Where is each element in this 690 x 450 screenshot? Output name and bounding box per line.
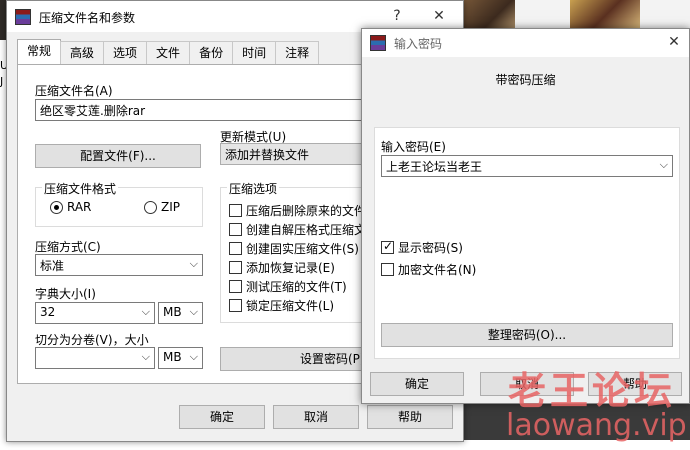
tab-time[interactable]: 时间 [232,41,277,65]
winrar-icon [370,35,386,51]
option-label: 测试压缩的文件(T) [246,280,347,294]
options-group-title: 压缩选项 [227,180,280,197]
checkbox-icon [229,223,242,236]
cancel-button[interactable]: 取消 [273,405,359,429]
option-label: 添加恢复记录(E) [246,261,335,275]
close-button[interactable]: ✕ [427,6,451,26]
method-label: 压缩方式(C) [35,240,101,254]
window-title: 压缩文件名和参数 [39,11,136,25]
radio-unselected-icon [144,200,157,214]
show-password-label: 显示密码(S) [398,241,463,255]
option-label: 压缩后删除原来的文件 [246,204,367,218]
method-select[interactable]: 标准 ⌵ [35,254,203,276]
checkbox-icon [381,263,394,276]
password-panel: 输入密码(E) 上老王论坛当老王 ⌵ 显示密码(S) 加密文件名(N) 整理密码… [374,127,680,359]
tab-options[interactable]: 选项 [103,41,148,65]
ok-button[interactable]: 确定 [370,372,464,396]
chevron-down-icon: ⌵ [189,350,198,363]
option-sfx[interactable]: 创建自解压格式压缩文 [229,221,366,238]
password-dialog-title: 输入密码 [394,37,443,51]
encrypt-filenames-checkbox[interactable]: 加密文件名(N) [381,261,476,278]
option-lock[interactable]: 锁定压缩文件(L) [229,297,334,314]
close-button[interactable]: ✕ [662,32,686,52]
format-zip-label: ZIP [161,200,180,214]
background-panel [515,0,570,28]
chevron-down-icon: ⌵ [189,257,198,270]
method-value: 标准 [40,259,65,273]
password-label: 输入密码(E) [381,140,446,154]
help-title-button[interactable]: ? [385,6,409,26]
option-recovery[interactable]: 添加恢复记录(E) [229,259,335,276]
format-rar-radio[interactable]: RAR [50,200,91,214]
option-label: 创建自解压格式压缩文 [246,223,367,237]
password-dialog-heading: 带密码压缩 [495,73,556,87]
split-unit-select[interactable]: MB ⌵ [158,347,203,369]
help-button[interactable]: 帮助 [367,405,453,429]
dict-size-value: 32 [40,305,56,319]
archive-name-label: 压缩文件名(A) [35,84,113,98]
dict-size-select[interactable]: 32 ⌵ [35,302,155,324]
organize-passwords-button[interactable]: 整理密码(O)... [381,323,673,347]
encrypt-filenames-label: 加密文件名(N) [398,263,477,277]
checkbox-icon [229,280,242,293]
ok-button[interactable]: 确定 [179,405,265,429]
update-mode-value: 添加并替换文件 [225,148,310,162]
format-group: 压缩文件格式 RAR ZIP [35,180,203,227]
password-input[interactable]: 上老王论坛当老王 ⌵ [381,155,673,177]
checkbox-icon [229,204,242,217]
checkbox-checked-icon [381,239,394,254]
dict-unit-value: MB [163,305,182,319]
tab-general[interactable]: 常规 [17,39,62,65]
format-zip-radio[interactable]: ZIP [144,200,180,214]
profiles-button[interactable]: 配置文件(F)... [35,144,201,168]
password-dialog: 输入密码 ✕ 带密码压缩 输入密码(E) 上老王论坛当老王 ⌵ 显示密码(S) … [361,28,690,404]
tab-advanced[interactable]: 高级 [60,41,105,65]
split-label: 切分为分卷(V)，大小 [35,333,149,347]
tab-bar: 常规 高级 选项 文件 备份 时间 注释 [17,39,320,65]
dict-unit-select[interactable]: MB ⌵ [158,302,203,324]
password-dialog-title-bar: 输入密码 ✕ [362,29,689,57]
option-label: 创建固实压缩文件(S) [246,242,359,256]
dict-size-label: 字典大小(I) [35,287,96,301]
chevron-down-icon: ⌵ [189,305,198,318]
option-test[interactable]: 测试压缩的文件(T) [229,278,347,295]
format-group-title: 压缩文件格式 [42,180,119,197]
checkbox-icon [229,299,242,312]
password-value: 上老王论坛当老王 [386,160,483,174]
show-password-checkbox[interactable]: 显示密码(S) [381,239,463,256]
winrar-icon [15,9,31,25]
checkbox-icon [229,261,242,274]
chevron-down-icon: ⌵ [141,305,150,318]
format-rar-label: RAR [67,200,92,214]
split-unit-value: MB [163,350,182,364]
tab-files[interactable]: 文件 [146,41,191,65]
background-panel [640,0,690,28]
tab-backup[interactable]: 备份 [189,41,234,65]
option-solid[interactable]: 创建固实压缩文件(S) [229,240,359,257]
watermark-text: 老王论坛 [508,369,677,413]
watermark-url: laowang.vip [506,408,687,443]
radio-selected-icon [50,200,63,214]
checkbox-icon [229,242,242,255]
tab-comment[interactable]: 注释 [275,41,320,65]
chevron-down-icon: ⌵ [141,350,150,363]
chevron-down-icon: ⌵ [659,158,668,171]
option-label: 锁定压缩文件(L) [246,299,335,313]
option-delete-after[interactable]: 压缩后删除原来的文件 [229,202,366,219]
split-size-select[interactable]: ⌵ [35,347,155,369]
